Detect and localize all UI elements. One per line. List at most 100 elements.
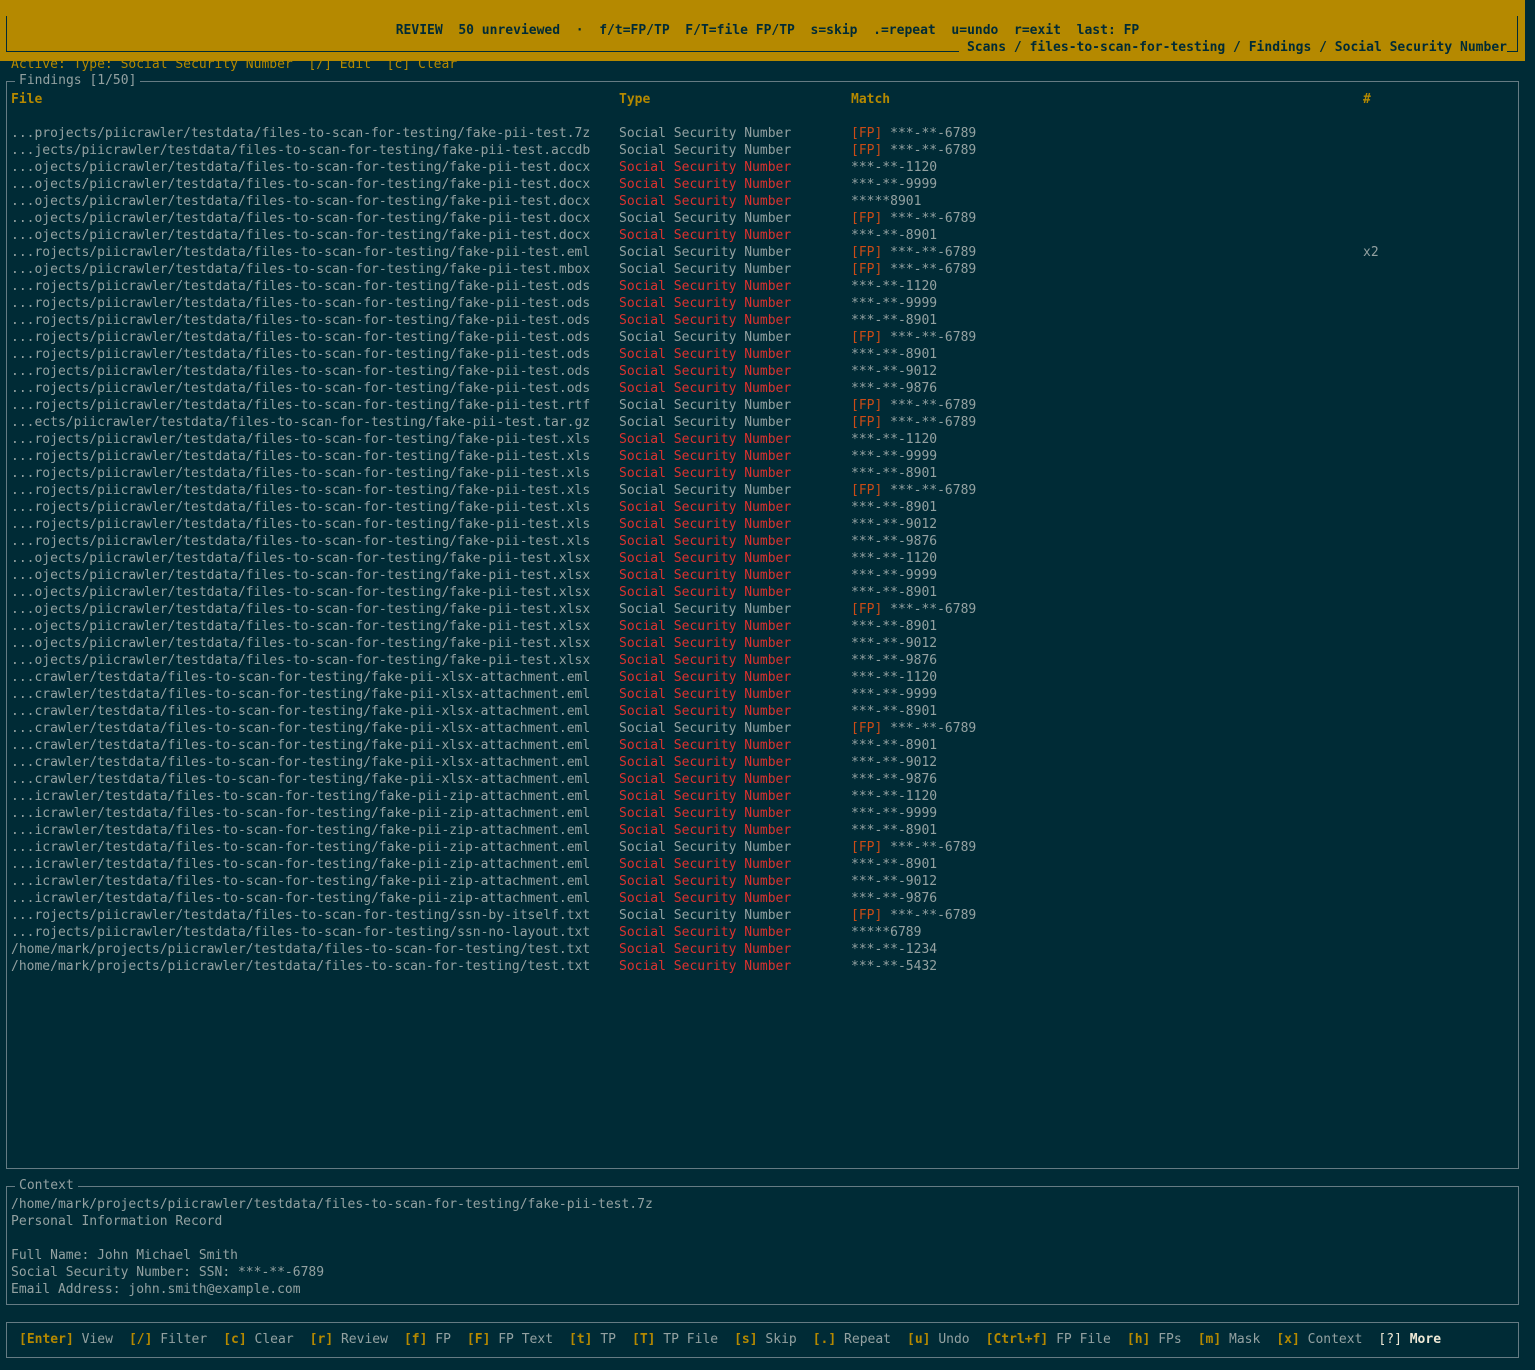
keybinding-mask[interactable]: [m] Mask [1198,1332,1261,1347]
finding-match: [FP] ***-**-6789 [851,907,976,924]
finding-row[interactable]: ...crawler/testdata/files-to-scan-for-te… [7,720,1518,737]
finding-row[interactable]: ...rojects/piicrawler/testdata/files-to-… [7,499,1518,516]
finding-row[interactable]: ...ojects/piicrawler/testdata/files-to-s… [7,635,1518,652]
keybinding-fps[interactable]: [h] FPs [1127,1332,1182,1347]
finding-file: ...crawler/testdata/files-to-scan-for-te… [11,704,591,719]
finding-type: Social Security Number [619,517,792,532]
keybinding-label: Repeat [836,1332,892,1347]
finding-file: ...rojects/piicrawler/testdata/files-to-… [11,500,591,515]
keybinding-tp-file[interactable]: [T] TP File [632,1332,718,1347]
finding-row[interactable]: ...icrawler/testdata/files-to-scan-for-t… [7,805,1518,822]
match-value: ***-**-6789 [890,143,977,158]
finding-row[interactable]: ...rojects/piicrawler/testdata/files-to-… [7,465,1518,482]
finding-row[interactable]: ...rojects/piicrawler/testdata/files-to-… [7,516,1518,533]
finding-row[interactable]: ...ects/piicrawler/testdata/files-to-sca… [7,414,1518,431]
finding-match: [FP] ***-**-6789 [851,601,976,618]
finding-row[interactable]: ...rojects/piicrawler/testdata/files-to-… [7,346,1518,363]
match-value: ***-**-6789 [890,126,977,141]
finding-match: ***-**-8901 [851,312,937,329]
keybinding-fp[interactable]: [f] FP [404,1332,451,1347]
context-panel: Context /home/mark/projects/piicrawler/t… [6,1177,1519,1305]
finding-match: ***-**-8901 [851,584,937,601]
finding-row[interactable]: ...ojects/piicrawler/testdata/files-to-s… [7,550,1518,567]
review-status-line: REVIEW 50 unreviewed · f/t=FP/TP F/T=fil… [395,23,1140,38]
keybinding-review[interactable]: [r] Review [310,1332,388,1347]
finding-row[interactable]: ...rojects/piicrawler/testdata/files-to-… [7,924,1518,941]
finding-row[interactable]: ...ojects/piicrawler/testdata/files-to-s… [7,652,1518,669]
column-header-file[interactable]: File [11,91,42,108]
keybinding-more[interactable]: [?] More [1378,1332,1441,1347]
finding-type: Social Security Number [619,449,792,464]
keybinding-key: [h] [1126,1332,1151,1347]
finding-row[interactable]: ...rojects/piicrawler/testdata/files-to-… [7,907,1518,924]
keybinding-key: [F] [466,1332,491,1347]
finding-type: Social Security Number [619,772,792,787]
finding-row[interactable]: ...rojects/piicrawler/testdata/files-to-… [7,397,1518,414]
finding-row[interactable]: ...icrawler/testdata/files-to-scan-for-t… [7,839,1518,856]
finding-row[interactable]: ...rojects/piicrawler/testdata/files-to-… [7,431,1518,448]
keybinding-clear[interactable]: [c] Clear [223,1332,293,1347]
keybinding-label: Skip [757,1332,797,1347]
keybinding-view[interactable]: [Enter] View [19,1332,113,1347]
finding-row[interactable]: /home/mark/projects/piicrawler/testdata/… [7,941,1518,958]
finding-row[interactable]: ...ojects/piicrawler/testdata/files-to-s… [7,601,1518,618]
finding-row[interactable]: ...icrawler/testdata/files-to-scan-for-t… [7,856,1518,873]
finding-row[interactable]: ...rojects/piicrawler/testdata/files-to-… [7,380,1518,397]
keybinding-key: [s] [734,1332,758,1347]
finding-row[interactable]: ...icrawler/testdata/files-to-scan-for-t… [7,873,1518,890]
finding-row[interactable]: ...ojects/piicrawler/testdata/files-to-s… [7,193,1518,210]
finding-match: ***-**-1120 [851,550,937,567]
active-filter-line[interactable]: Active: Type: Social Security Number [/]… [11,56,457,73]
finding-row[interactable]: ...rojects/piicrawler/testdata/files-to-… [7,533,1518,550]
column-header-match[interactable]: Match [851,91,890,108]
keybinding-filter[interactable]: [/] Filter [129,1332,207,1347]
finding-row[interactable]: ...ojects/piicrawler/testdata/files-to-s… [7,159,1518,176]
finding-type: Social Security Number [619,959,792,974]
finding-row[interactable]: ...ojects/piicrawler/testdata/files-to-s… [7,227,1518,244]
finding-row[interactable]: ...icrawler/testdata/files-to-scan-for-t… [7,788,1518,805]
finding-row[interactable]: ...rojects/piicrawler/testdata/files-to-… [7,312,1518,329]
keybinding-tp[interactable]: [t] TP [569,1332,616,1347]
match-value: ***-**-9999 [851,687,938,702]
keybinding-fp-file[interactable]: [Ctrl+f] FP File [986,1332,1111,1347]
finding-row[interactable]: ...crawler/testdata/files-to-scan-for-te… [7,754,1518,771]
keybinding-fp-text[interactable]: [F] FP Text [467,1332,553,1347]
finding-row[interactable]: ...jects/piicrawler/testdata/files-to-sc… [7,142,1518,159]
finding-row[interactable]: ...crawler/testdata/files-to-scan-for-te… [7,737,1518,754]
match-value: ***-**-8901 [851,857,938,872]
finding-type: Social Security Number [619,738,792,753]
finding-row[interactable]: ...ojects/piicrawler/testdata/files-to-s… [7,210,1518,227]
context-line: Email Address: john.smith@example.com [11,1282,301,1297]
keybinding-undo[interactable]: [u] Undo [907,1332,970,1347]
finding-row[interactable]: ...crawler/testdata/files-to-scan-for-te… [7,703,1518,720]
finding-row[interactable]: ...ojects/piicrawler/testdata/files-to-s… [7,567,1518,584]
finding-row[interactable]: ...rojects/piicrawler/testdata/files-to-… [7,363,1518,380]
column-header-count[interactable]: # [1363,91,1371,108]
finding-match: [FP] ***-**-6789 [851,125,976,142]
finding-row[interactable]: ...projects/piicrawler/testdata/files-to… [7,125,1518,142]
finding-row[interactable]: ...icrawler/testdata/files-to-scan-for-t… [7,822,1518,839]
finding-row[interactable]: ...rojects/piicrawler/testdata/files-to-… [7,482,1518,499]
finding-row[interactable]: /home/mark/projects/piicrawler/testdata/… [7,958,1518,975]
finding-row[interactable]: ...crawler/testdata/files-to-scan-for-te… [7,669,1518,686]
finding-row[interactable]: ...crawler/testdata/files-to-scan-for-te… [7,686,1518,703]
finding-row[interactable]: ...ojects/piicrawler/testdata/files-to-s… [7,584,1518,601]
finding-match: ***-**-9012 [851,873,937,890]
finding-row[interactable]: ...rojects/piicrawler/testdata/files-to-… [7,278,1518,295]
finding-row[interactable]: ...rojects/piicrawler/testdata/files-to-… [7,295,1518,312]
finding-row[interactable]: ...ojects/piicrawler/testdata/files-to-s… [7,176,1518,193]
keybinding-skip[interactable]: [s] Skip [734,1332,797,1347]
finding-row[interactable]: ...ojects/piicrawler/testdata/files-to-s… [7,261,1518,278]
fp-tag: [FP] [851,330,883,345]
keybinding-context[interactable]: [x] Context [1276,1332,1362,1347]
column-header-type[interactable]: Type [619,91,650,108]
context-line: Full Name: John Michael Smith [11,1248,238,1263]
finding-row[interactable]: ...icrawler/testdata/files-to-scan-for-t… [7,890,1518,907]
keybinding-repeat[interactable]: [.] Repeat [813,1332,891,1347]
finding-row[interactable]: ...rojects/piicrawler/testdata/files-to-… [7,244,1518,261]
finding-row[interactable]: ...ojects/piicrawler/testdata/files-to-s… [7,618,1518,635]
finding-row[interactable]: ...rojects/piicrawler/testdata/files-to-… [7,448,1518,465]
finding-row[interactable]: ...crawler/testdata/files-to-scan-for-te… [7,771,1518,788]
fp-tag: [FP] [851,602,883,617]
finding-row[interactable]: ...rojects/piicrawler/testdata/files-to-… [7,329,1518,346]
